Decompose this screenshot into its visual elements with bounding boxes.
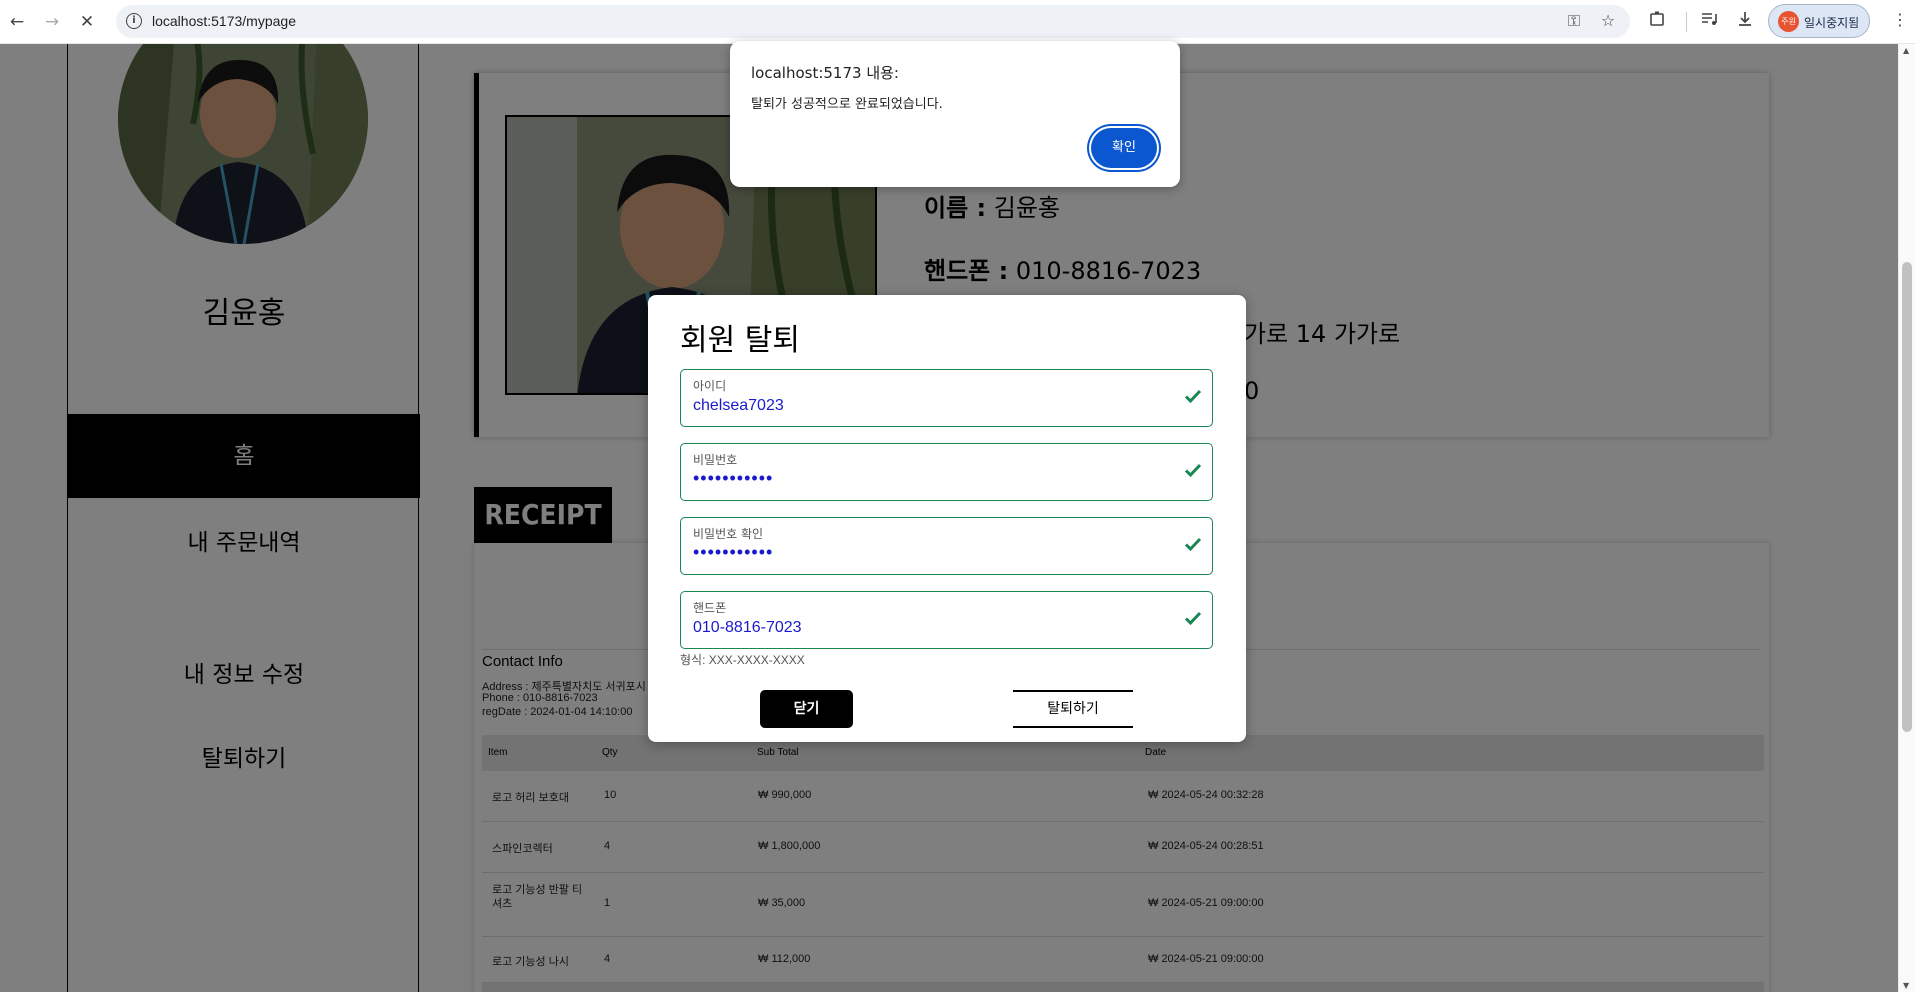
id-field-value[interactable]: chelsea7023 bbox=[693, 397, 784, 415]
site-info-icon[interactable]: i bbox=[126, 13, 142, 29]
alert-ok-button[interactable]: 확인 bbox=[1091, 128, 1157, 168]
scroll-down-icon[interactable]: ▼ bbox=[1903, 981, 1909, 990]
download-icon[interactable] bbox=[1733, 10, 1757, 32]
alert-title: localhost:5173 내용: bbox=[751, 64, 899, 82]
modal-title: 회원 탈퇴 bbox=[680, 323, 800, 358]
media-controls-icon[interactable] bbox=[1697, 10, 1721, 32]
url-text[interactable]: localhost:5173/mypage bbox=[152, 13, 296, 29]
page-scrollbar[interactable]: ▲ ▼ bbox=[1898, 44, 1915, 992]
withdraw-button[interactable]: 탈퇴하기 bbox=[1013, 690, 1133, 728]
close-button[interactable]: 닫기 bbox=[760, 690, 853, 728]
extensions-icon[interactable] bbox=[1645, 10, 1669, 32]
password-field-label: 비밀번호 bbox=[693, 453, 738, 467]
browser-toolbar: ← → ✕ i localhost:5173/mypage ⚿ ☆ 주원 일시중… bbox=[0, 0, 1915, 44]
valid-check-icon bbox=[1184, 537, 1202, 552]
back-icon[interactable]: ← bbox=[5, 10, 29, 34]
toolbar-separator bbox=[1686, 12, 1687, 32]
valid-check-icon bbox=[1184, 463, 1202, 478]
password-confirm-value[interactable]: ••••••••••• bbox=[693, 542, 773, 563]
profile-status: 일시중지됨 bbox=[1804, 16, 1860, 30]
phone-field-label: 핸드폰 bbox=[693, 601, 727, 615]
phone-field[interactable]: 핸드폰 010-8816-7023 bbox=[680, 591, 1213, 649]
scrollbar-thumb[interactable] bbox=[1902, 262, 1912, 732]
scroll-up-icon[interactable]: ▲ bbox=[1903, 46, 1909, 55]
stop-loading-icon[interactable]: ✕ bbox=[75, 10, 99, 34]
avatar: 주원 bbox=[1778, 11, 1799, 32]
password-key-icon[interactable]: ⚿ bbox=[1564, 11, 1584, 31]
password-confirm-label: 비밀번호 확인 bbox=[693, 527, 764, 541]
address-bar[interactable]: i localhost:5173/mypage ⚿ ☆ bbox=[116, 5, 1630, 38]
phone-format-hint: 형식: XXX-XXXX-XXXX bbox=[680, 653, 805, 667]
password-field-value[interactable]: ••••••••••• bbox=[693, 468, 773, 489]
profile-button[interactable]: 주원 일시중지됨 bbox=[1768, 4, 1870, 38]
id-field-label: 아이디 bbox=[693, 379, 727, 393]
bookmark-star-icon[interactable]: ☆ bbox=[1598, 11, 1618, 30]
alert-dialog: localhost:5173 내용: 탈퇴가 성공적으로 완료되었습니다. 확인 bbox=[730, 41, 1180, 187]
forward-icon[interactable]: → bbox=[40, 10, 64, 34]
password-confirm-field[interactable]: 비밀번호 확인 ••••••••••• bbox=[680, 517, 1213, 575]
id-field[interactable]: 아이디 chelsea7023 bbox=[680, 369, 1213, 427]
valid-check-icon bbox=[1184, 389, 1202, 404]
alert-message: 탈퇴가 성공적으로 완료되었습니다. bbox=[751, 97, 943, 112]
browser-menu-icon[interactable]: ⋮ bbox=[1890, 10, 1910, 29]
password-field[interactable]: 비밀번호 ••••••••••• bbox=[680, 443, 1213, 501]
phone-field-value[interactable]: 010-8816-7023 bbox=[693, 619, 802, 637]
withdraw-modal: 회원 탈퇴 아이디 chelsea7023 비밀번호 ••••••••••• 비… bbox=[648, 295, 1246, 742]
valid-check-icon bbox=[1184, 611, 1202, 626]
